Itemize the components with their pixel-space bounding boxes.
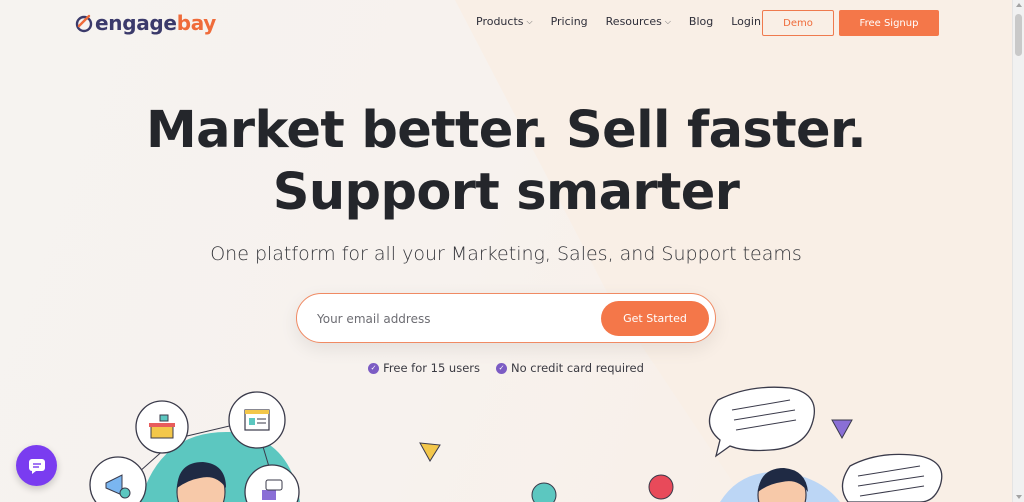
chat-icon bbox=[28, 458, 45, 474]
nav-resources[interactable]: Resources ⌵ bbox=[606, 15, 671, 28]
nav-pricing[interactable]: Pricing bbox=[551, 15, 588, 28]
nav-blog[interactable]: Blog bbox=[689, 15, 713, 28]
free-signup-button[interactable]: Free Signup bbox=[839, 10, 939, 36]
hero-subtitle: One platform for all your Marketing, Sal… bbox=[210, 243, 802, 265]
page-scrollbar[interactable] bbox=[1012, 0, 1024, 502]
demo-button[interactable]: Demo bbox=[762, 10, 834, 36]
logo[interactable]: engagebay bbox=[74, 10, 216, 36]
nav-login[interactable]: Login bbox=[731, 15, 761, 28]
scrollbar-thumb[interactable] bbox=[1015, 14, 1022, 56]
logo-mark-icon bbox=[75, 14, 93, 33]
signup-form: Get Started bbox=[296, 293, 716, 343]
hero-title: Market better. Sell faster. Support smar… bbox=[0, 100, 1012, 224]
perk-item: ✓ No credit card required bbox=[496, 361, 644, 375]
hero-title-line-2: Support smarter bbox=[272, 163, 740, 222]
chevron-down-icon: ⌵ bbox=[664, 16, 671, 26]
hero-title-line-1: Market better. Sell faster. bbox=[145, 101, 867, 160]
perk-item: ✓ Free for 15 users bbox=[368, 361, 480, 375]
check-circle-icon: ✓ bbox=[368, 362, 380, 374]
scroll-down-icon[interactable] bbox=[1016, 495, 1022, 499]
email-input[interactable] bbox=[317, 308, 587, 330]
main-nav: Products ⌵ Pricing Resources ⌵ Blog Login bbox=[476, 15, 779, 28]
perks-list: ✓ Free for 15 users ✓ No credit card req… bbox=[0, 361, 1012, 375]
chevron-down-icon: ⌵ bbox=[526, 16, 533, 26]
nav-products[interactable]: Products ⌵ bbox=[476, 15, 533, 28]
get-started-button[interactable]: Get Started bbox=[601, 301, 709, 336]
logo-text: engagebay bbox=[95, 11, 217, 35]
scroll-up-icon[interactable] bbox=[1016, 3, 1022, 7]
check-circle-icon: ✓ bbox=[496, 362, 508, 374]
chat-widget-button[interactable] bbox=[16, 445, 57, 486]
